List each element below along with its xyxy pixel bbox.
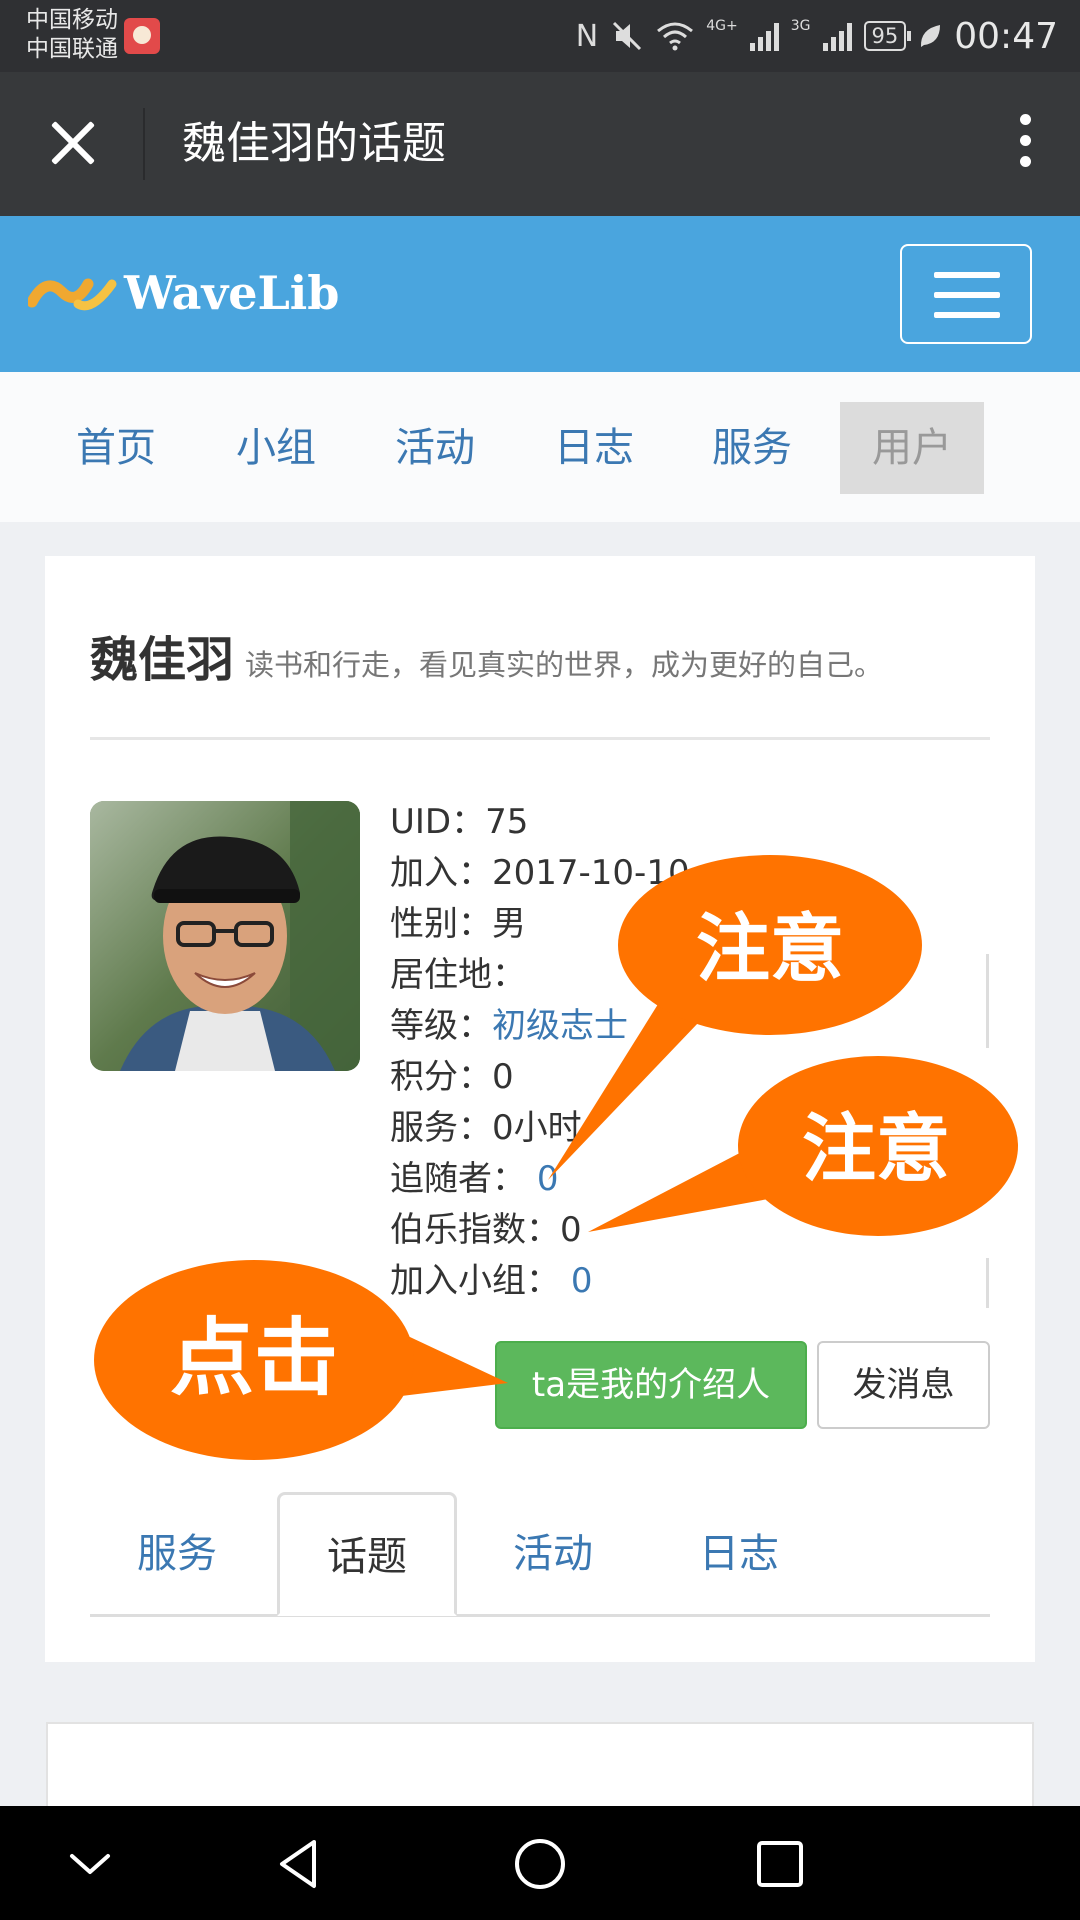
annotation-click: 点击: [169, 1309, 338, 1407]
avatar-photo: [90, 801, 360, 1071]
points-label: 积分：: [390, 1057, 492, 1097]
groups-row: 加入小组： 0: [390, 1256, 690, 1307]
joined-value: 2017-10-10: [492, 853, 690, 893]
leaf-icon: [921, 25, 941, 47]
hamburger-menu-button[interactable]: [900, 244, 1032, 344]
followers-label: 追随者：: [390, 1159, 526, 1199]
tab-topics[interactable]: 话题: [277, 1492, 457, 1616]
page-title: 魏佳羽的话题: [182, 118, 446, 169]
followers-row: 追随者： 0: [390, 1154, 690, 1205]
level-row: 等级：初级志士: [390, 1001, 690, 1052]
service-row: 服务：0小时: [390, 1103, 690, 1154]
profile-info: UID：75 加入：2017-10-10 性别：男 居住地： 等级：初级志士 积…: [390, 797, 690, 1307]
network-type-3g: 3G: [790, 18, 811, 34]
nav-item-users[interactable]: 用户: [840, 402, 984, 494]
points-value: 0: [492, 1057, 514, 1097]
wechat-title-bar: 魏佳羽的话题: [0, 72, 1080, 216]
groups-link[interactable]: 0: [571, 1261, 593, 1301]
residence-label: 居住地：: [390, 955, 526, 995]
divider: [143, 108, 145, 180]
nfc-icon: N: [575, 18, 599, 54]
logo-text: WaveLib: [124, 266, 340, 320]
divider: [986, 1258, 989, 1308]
joined-label: 加入：: [390, 853, 492, 893]
send-message-button[interactable]: 发消息: [817, 1341, 990, 1429]
avatar[interactable]: [90, 801, 360, 1071]
recents-icon[interactable]: [750, 1834, 810, 1894]
user-name: 魏佳羽: [90, 632, 235, 688]
bole-index-value: 0: [560, 1210, 582, 1250]
wave-logo-icon: [28, 278, 117, 311]
carrier-1: 中国移动: [26, 7, 118, 33]
tab-logs[interactable]: 日志: [669, 1492, 809, 1616]
wifi-icon: [657, 22, 694, 51]
annotation-note-2: 注意: [802, 1106, 950, 1192]
nav-item-home[interactable]: 首页: [56, 402, 176, 494]
points-row: 积分：0: [390, 1052, 690, 1103]
user-signature: 读书和行走，看见真实的世界，成为更好的自己。: [245, 648, 884, 682]
gender-row: 性别：男: [390, 899, 690, 950]
level-label: 等级：: [390, 1006, 492, 1046]
status-icons: N 4G+ 3G 95 00:47: [576, 14, 1058, 58]
mute-icon: [613, 21, 642, 51]
carrier-info: 中国移动 中国联通: [26, 6, 118, 64]
nav-item-services[interactable]: 服务: [692, 402, 812, 494]
annotation-note-1: 注意: [696, 906, 844, 992]
system-navigation-bar: [0, 1806, 1080, 1920]
carrier-2: 中国联通: [26, 36, 118, 62]
home-icon[interactable]: [510, 1834, 570, 1894]
uid-value: 75: [485, 802, 529, 842]
service-label: 服务：: [390, 1108, 492, 1148]
notification-app-icon: [124, 18, 160, 54]
back-icon[interactable]: [270, 1834, 330, 1894]
bole-index-row: 伯乐指数：0: [390, 1205, 690, 1256]
introducer-button[interactable]: ta是我的介绍人: [495, 1341, 807, 1429]
battery-icon: 95: [863, 21, 911, 51]
more-options-icon[interactable]: [1010, 114, 1040, 176]
nav-item-activities[interactable]: 活动: [375, 402, 495, 494]
signal-icon-sim2: [822, 21, 852, 51]
network-type-4g: 4G+: [706, 18, 738, 34]
bole-index-label: 伯乐指数：: [390, 1210, 560, 1250]
groups-label: 加入小组：: [390, 1261, 560, 1301]
service-value: 0小时: [492, 1108, 582, 1148]
tab-services[interactable]: 服务: [107, 1492, 247, 1616]
signal-icon-sim1: [749, 21, 779, 51]
hide-keyboard-chevron-icon[interactable]: [62, 1844, 118, 1884]
gender-value: 男: [492, 904, 526, 944]
wavelib-logo[interactable]: WaveLib: [28, 262, 348, 322]
uid-row: UID：75: [390, 797, 690, 848]
residence-row: 居住地：: [390, 950, 690, 1001]
status-bar: 中国移动 中国联通 N 4G+ 3G 95 00:47: [0, 0, 1080, 72]
clock: 00:47: [954, 15, 1058, 57]
followers-link[interactable]: 0: [537, 1159, 559, 1199]
close-icon[interactable]: [40, 110, 106, 176]
gender-label: 性别：: [390, 904, 492, 944]
level-link[interactable]: 初级志士: [492, 1006, 628, 1046]
nav-item-logs[interactable]: 日志: [534, 402, 654, 494]
site-header: WaveLib: [0, 216, 1080, 372]
main-nav: 首页 小组 活动 日志 服务 用户: [0, 372, 1080, 522]
divider: [986, 954, 989, 1048]
joined-row: 加入：2017-10-10: [390, 848, 690, 899]
divider: [90, 737, 990, 740]
tab-activities[interactable]: 活动: [483, 1492, 623, 1616]
nav-item-groups[interactable]: 小组: [216, 402, 336, 494]
uid-label: UID：: [390, 802, 486, 842]
